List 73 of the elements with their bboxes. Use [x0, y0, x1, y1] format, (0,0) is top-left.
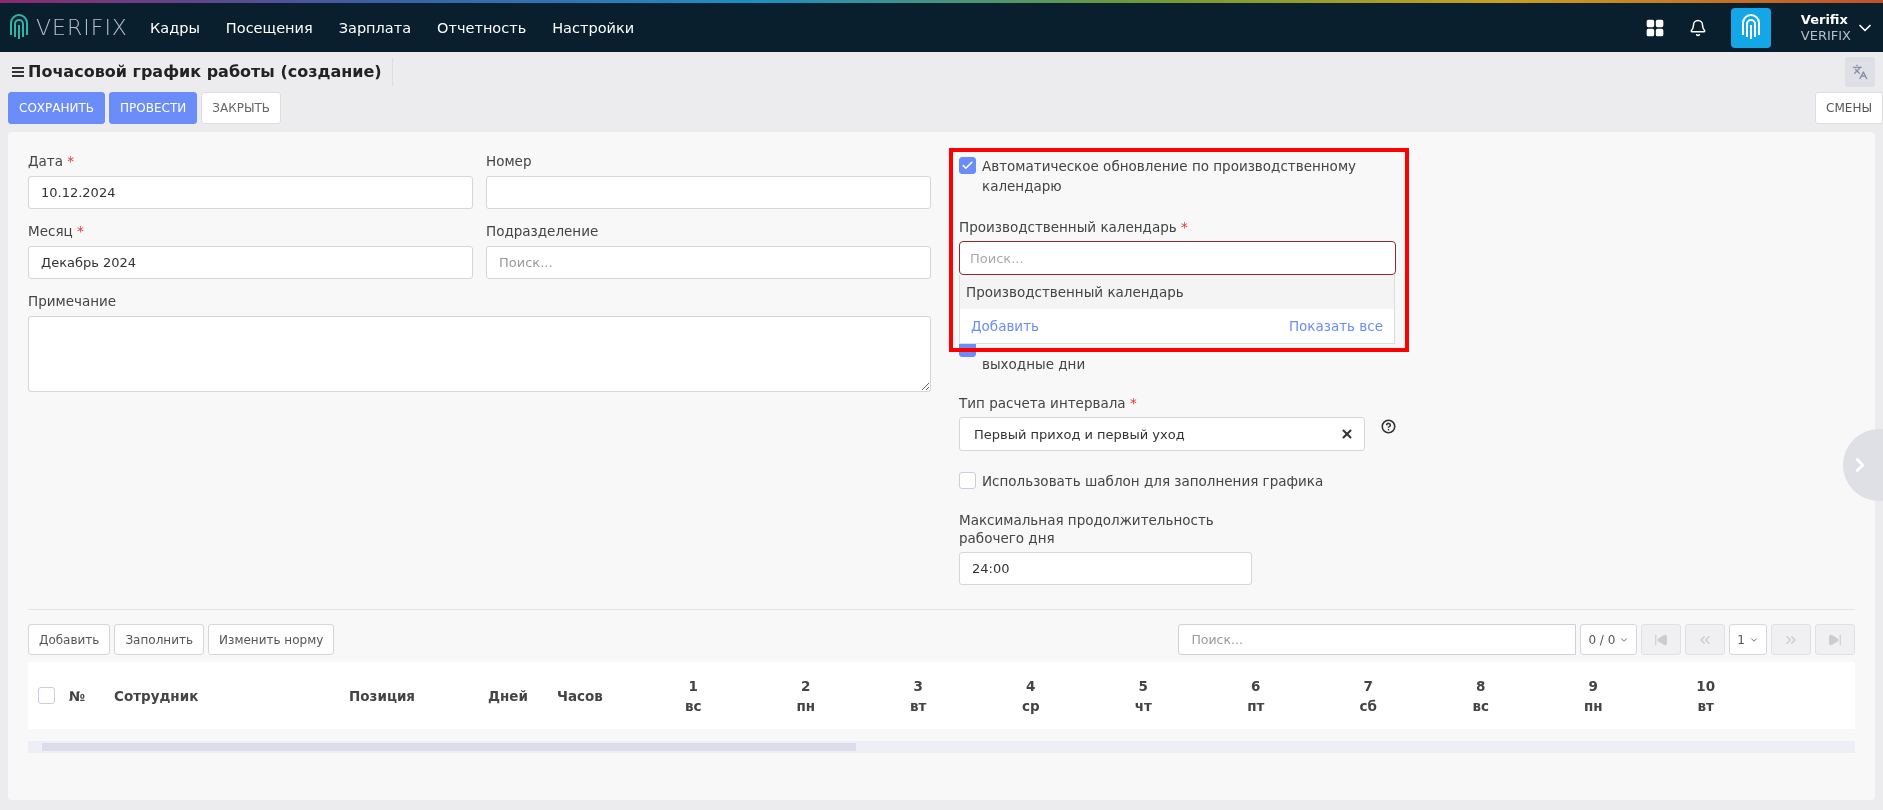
- input-field[interactable]: [486, 176, 931, 209]
- nav-menu-item[interactable]: Зарплата: [338, 19, 412, 36]
- day-column-header: 7 сб: [1358, 676, 1378, 716]
- field-label: Производственный календарь *: [959, 218, 1189, 236]
- input-field[interactable]: Поиск...: [486, 246, 931, 279]
- user-name: Verifix: [1800, 11, 1849, 28]
- notification-bell-icon[interactable]: [1688, 18, 1707, 37]
- dropdown-option[interactable]: Производственный календарь: [960, 275, 1394, 309]
- checkbox-label: Автоматическое обновление по производственному календарю: [982, 157, 1358, 196]
- checkbox-label: выходные дни: [982, 355, 1086, 372]
- field-label: Подразделение: [486, 222, 600, 240]
- field-label: Примечание: [28, 292, 118, 310]
- checkbox[interactable]: [959, 472, 976, 489]
- select-field[interactable]: Первый приход и первый уход: [959, 417, 1365, 451]
- expand-panel-button[interactable]: [1843, 429, 1883, 501]
- translate-icon[interactable]: [1845, 57, 1875, 87]
- required-mark: *: [67, 153, 74, 169]
- input-field[interactable]: 24:00: [959, 552, 1252, 585]
- skip-forward-icon: [1828, 632, 1842, 647]
- day-column-header: 1 вс: [683, 676, 703, 716]
- field-label: Месяц *: [28, 222, 85, 240]
- checkbox[interactable]: [959, 157, 976, 174]
- column-header: Позиция: [349, 687, 416, 704]
- avatar[interactable]: [1730, 7, 1771, 48]
- table-button[interactable]: Заполнить: [114, 624, 205, 655]
- required-mark: *: [1181, 219, 1188, 235]
- page-title: Почасовой график работы (создание): [28, 58, 393, 86]
- previous-page-button[interactable]: [1685, 624, 1726, 655]
- checkbox-label: Использовать шаблон для заполнения графика: [982, 472, 1324, 491]
- day-column-header: 3 вт: [909, 676, 928, 716]
- help-icon[interactable]: [1381, 417, 1396, 434]
- table-button[interactable]: Изменить норму: [208, 624, 335, 655]
- day-column-header: 10 вт: [1695, 676, 1717, 716]
- page-size-select[interactable]: 0 / 0: [1580, 624, 1638, 655]
- day-column-header: 2 пн: [795, 676, 817, 716]
- input-field[interactable]: 10.12.2024: [28, 176, 473, 209]
- field-label: Дата *: [28, 152, 75, 170]
- day-column-header: 8 вс: [1471, 676, 1490, 716]
- field-label: Номер: [486, 152, 533, 170]
- input-field[interactable]: Декабрь 2024: [28, 246, 473, 279]
- field-label: Тип расчета интервала *: [959, 394, 1138, 412]
- clear-icon[interactable]: [1340, 427, 1354, 441]
- column-header: Часов: [557, 687, 604, 704]
- table-button[interactable]: Добавить: [28, 624, 111, 655]
- required-mark: *: [1129, 395, 1137, 411]
- day-column-header: 9 пн: [1582, 676, 1604, 716]
- day-column-header: 6 пт: [1246, 676, 1266, 716]
- horizontal-scrollbar[interactable]: [28, 741, 1855, 753]
- nav-menu-item[interactable]: Посещения: [225, 19, 313, 36]
- column-header: Дней: [488, 687, 529, 704]
- action-button[interactable]: ЗАКРЫТЬ: [201, 92, 282, 124]
- nav-menu-item[interactable]: Отчетность: [437, 19, 527, 36]
- day-column-header: 4 ср: [1020, 676, 1041, 716]
- skip-back-icon: [1654, 632, 1669, 647]
- brand-name: VERIFIX: [36, 15, 128, 40]
- page-select[interactable]: 1: [1729, 624, 1767, 655]
- required-mark: *: [77, 223, 84, 239]
- nav-menu-item[interactable]: Настройки: [552, 19, 635, 36]
- note-field[interactable]: [28, 316, 931, 392]
- column-header: Сотрудник: [114, 687, 200, 704]
- shifts-button[interactable]: СМЕНЫ: [1815, 92, 1883, 124]
- field-label: Максимальная продолжительность рабочего дня: [959, 511, 1215, 547]
- first-page-button[interactable]: [1641, 624, 1682, 655]
- check-icon: [961, 159, 974, 172]
- last-page-button[interactable]: [1815, 624, 1855, 655]
- apps-grid-icon[interactable]: [1644, 17, 1665, 38]
- day-column-header: 5 чт: [1133, 676, 1153, 716]
- menu-icon[interactable]: [12, 66, 24, 78]
- nav-menu-item[interactable]: Кадры: [150, 19, 200, 36]
- search-field[interactable]: Поиск...: [959, 241, 1396, 275]
- column-header: №: [69, 687, 87, 704]
- select-all-checkbox[interactable]: [38, 687, 55, 704]
- company-name: VERIFIX: [1800, 27, 1851, 44]
